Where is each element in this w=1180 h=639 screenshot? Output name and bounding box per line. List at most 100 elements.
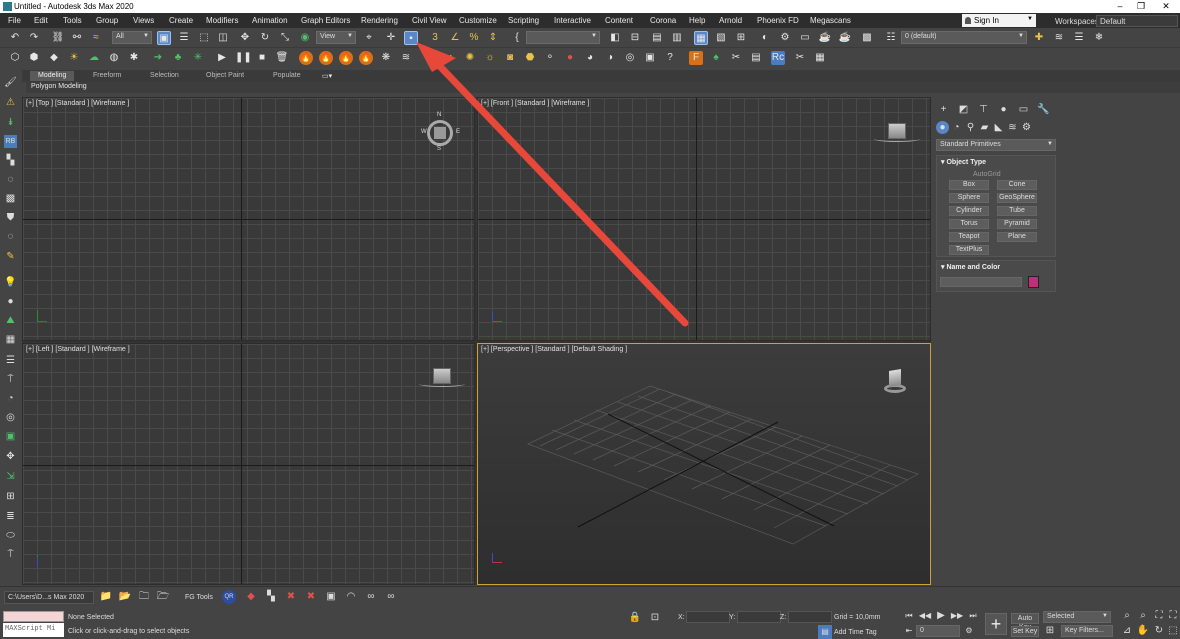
viewport-top[interactable]: [+] [Top ] [Standard ] [Wireframe ] N W …	[22, 97, 475, 341]
mirror-icon[interactable]: ◧	[608, 31, 622, 45]
auto-key-button[interactable]: Auto Key	[1011, 613, 1039, 631]
set-key-button[interactable]: Set Key	[1011, 626, 1039, 637]
menu-group[interactable]: Group	[96, 16, 118, 25]
mask-icon[interactable]: ◠	[344, 590, 358, 604]
corona-render-icon[interactable]: ☀	[423, 51, 437, 65]
rendered-frame-window-icon[interactable]: ▭	[798, 31, 812, 45]
maxscript-listener[interactable]: MAXScript Mi	[3, 611, 64, 638]
check-tool-icon[interactable]: ▣	[324, 590, 338, 604]
menu-scripting[interactable]: Scripting	[508, 16, 539, 25]
render-iterative-icon[interactable]: ☕	[838, 31, 852, 45]
unlink-icon[interactable]: ⚯	[70, 31, 84, 45]
pin-small-icon[interactable]: ⍑	[4, 548, 17, 561]
corona-material-icon[interactable]: ●	[563, 51, 577, 65]
snaps-toggle-icon[interactable]: 3	[428, 31, 442, 45]
geosphere-button[interactable]: GeoSphere	[997, 193, 1037, 203]
pattern-icon[interactable]: ▦	[4, 333, 17, 346]
selection-filter-dropdown[interactable]: All ▼	[112, 31, 152, 44]
compass-icon[interactable]: N W E S	[421, 112, 461, 152]
mesh-icon[interactable]: ⊞	[4, 490, 17, 503]
target-icon[interactable]: ◎	[4, 411, 17, 424]
add-to-layer-icon[interactable]: ≋	[1052, 31, 1066, 45]
x-checker-icon[interactable]: ✖	[284, 590, 298, 604]
minimize-button[interactable]: –	[1114, 1, 1126, 12]
viewport-perspective[interactable]: [+] [Perspective ] [Standard ] [Default …	[477, 343, 931, 585]
box-red-icon[interactable]: ◆	[244, 590, 258, 604]
space-warps-icon[interactable]: ≋	[1006, 121, 1019, 134]
named-selection-sets-dropdown[interactable]: ▼	[526, 31, 600, 44]
undo-icon[interactable]: ↶	[8, 31, 22, 45]
sphere-icon[interactable]: ●	[4, 295, 17, 308]
select-and-scale-icon[interactable]: ⤡	[278, 31, 292, 45]
helpers-icon[interactable]: ◣	[992, 121, 1005, 134]
rb-icon[interactable]: RB	[4, 135, 17, 148]
sphere-button[interactable]: Sphere	[949, 193, 989, 203]
menu-animation[interactable]: Animation	[252, 16, 288, 25]
tube-button[interactable]: Tube	[997, 206, 1037, 216]
export-small-icon[interactable]: ⇲	[4, 470, 17, 483]
align-icon[interactable]: ⊟	[628, 31, 642, 45]
torus-button[interactable]: Torus	[949, 219, 989, 229]
create-new-layer-icon[interactable]: ✚	[1032, 31, 1046, 45]
maxscript-output[interactable]: MAXScript Mi	[3, 623, 64, 637]
liquid-simulator-icon[interactable]: 🔥	[339, 51, 353, 65]
viewport-front[interactable]: [+] [Front ] [Standard ] [Wireframe ]	[477, 97, 931, 341]
toggle-layer-explorer-icon[interactable]: ▥	[670, 31, 684, 45]
place-icon[interactable]: ◉	[298, 31, 312, 45]
corona-camera-icon[interactable]: ◙	[503, 51, 517, 65]
autogrid-checkbox[interactable]: AutoGrid	[973, 171, 1001, 178]
viewport-front-label[interactable]: [+] [Front ] [Standard ] [Wireframe ]	[481, 100, 589, 107]
y-coordinate-field[interactable]	[737, 611, 781, 623]
goto-start-icon[interactable]: ⏮	[902, 609, 916, 623]
edit-named-selection-icon[interactable]: {	[510, 31, 524, 45]
maxscript-input[interactable]	[3, 611, 64, 622]
freeze-layers-icon[interactable]: ❄	[1092, 31, 1106, 45]
tab-modeling[interactable]: Modeling	[30, 71, 75, 81]
systems-icon[interactable]: ⚙	[1020, 121, 1033, 134]
menu-megascans[interactable]: Megascans	[810, 16, 851, 25]
utilities-tab-icon[interactable]: 🔧	[1037, 103, 1050, 116]
corona-converter-icon[interactable]: ◑	[603, 51, 617, 65]
toggle-scene-explorer-icon[interactable]: ▤	[650, 31, 664, 45]
set-key-big-button[interactable]: +	[985, 613, 1007, 635]
select-object-icon[interactable]: ▣	[157, 31, 171, 45]
plane-button[interactable]: Plane	[997, 232, 1037, 242]
sign-in-button[interactable]: Sign In ▼	[962, 14, 1036, 27]
object-type-title[interactable]: ▾ Object Type	[941, 158, 986, 166]
checker-board-icon[interactable]: ▚	[264, 590, 278, 604]
hide-layers-icon[interactable]: ☰	[1072, 31, 1086, 45]
tools-icon[interactable]: ✂	[793, 51, 807, 65]
create-tab-icon[interactable]: +	[937, 103, 950, 116]
name-and-color-title[interactable]: ▾ Name and Color	[941, 263, 1000, 271]
glasses-icon[interactable]: ∞	[364, 590, 378, 604]
box-tool-icon[interactable]: ⬢	[27, 51, 41, 65]
viewport-left-label[interactable]: [+] [Left ] [Standard ] [Wireframe ]	[26, 346, 130, 353]
project-path-dropdown[interactable]: C:\Users\D...s Max 2020	[4, 591, 94, 604]
corona-lightmix-icon[interactable]: ◕	[583, 51, 597, 65]
menu-help[interactable]: Help	[689, 16, 705, 25]
x-coordinate-field[interactable]	[686, 611, 730, 623]
stop-icon[interactable]: ■	[255, 51, 269, 65]
pivot-center-icon[interactable]: ⌖	[362, 31, 376, 45]
modify-tab-icon[interactable]: ◩	[957, 103, 970, 116]
tab-populate[interactable]: Populate	[273, 71, 301, 81]
tree-tool-icon[interactable]: ♣	[171, 51, 185, 65]
zoom-icon[interactable]: ⌕	[1120, 609, 1134, 623]
object-name-field[interactable]	[940, 277, 1022, 287]
workspace-select[interactable]: Default	[1096, 15, 1178, 27]
pyramid-button[interactable]: Pyramid	[997, 219, 1037, 229]
play-animation-icon[interactable]: ▶	[934, 609, 948, 623]
particle-icon[interactable]: ❋	[379, 51, 393, 65]
spark-tool-icon[interactable]: ✳	[191, 51, 205, 65]
fg-tools-label[interactable]: FG Tools	[185, 594, 213, 601]
add-time-tag-button[interactable]: Add Time Tag	[834, 629, 877, 636]
rc-icon[interactable]: Rc	[771, 51, 785, 65]
curve-editor-icon[interactable]: ▧	[714, 31, 728, 45]
cone-button[interactable]: Cone	[997, 180, 1037, 190]
menu-tools[interactable]: Tools	[63, 16, 82, 25]
next-frame-icon[interactable]: ▶▶	[950, 609, 964, 623]
reference-coordinate-dropdown[interactable]: View ▼	[316, 31, 356, 44]
wave-icon[interactable]: ≋	[399, 51, 413, 65]
lens-tool-icon[interactable]: ◍	[107, 51, 121, 65]
forest-pack-icon[interactable]: F	[689, 51, 703, 65]
